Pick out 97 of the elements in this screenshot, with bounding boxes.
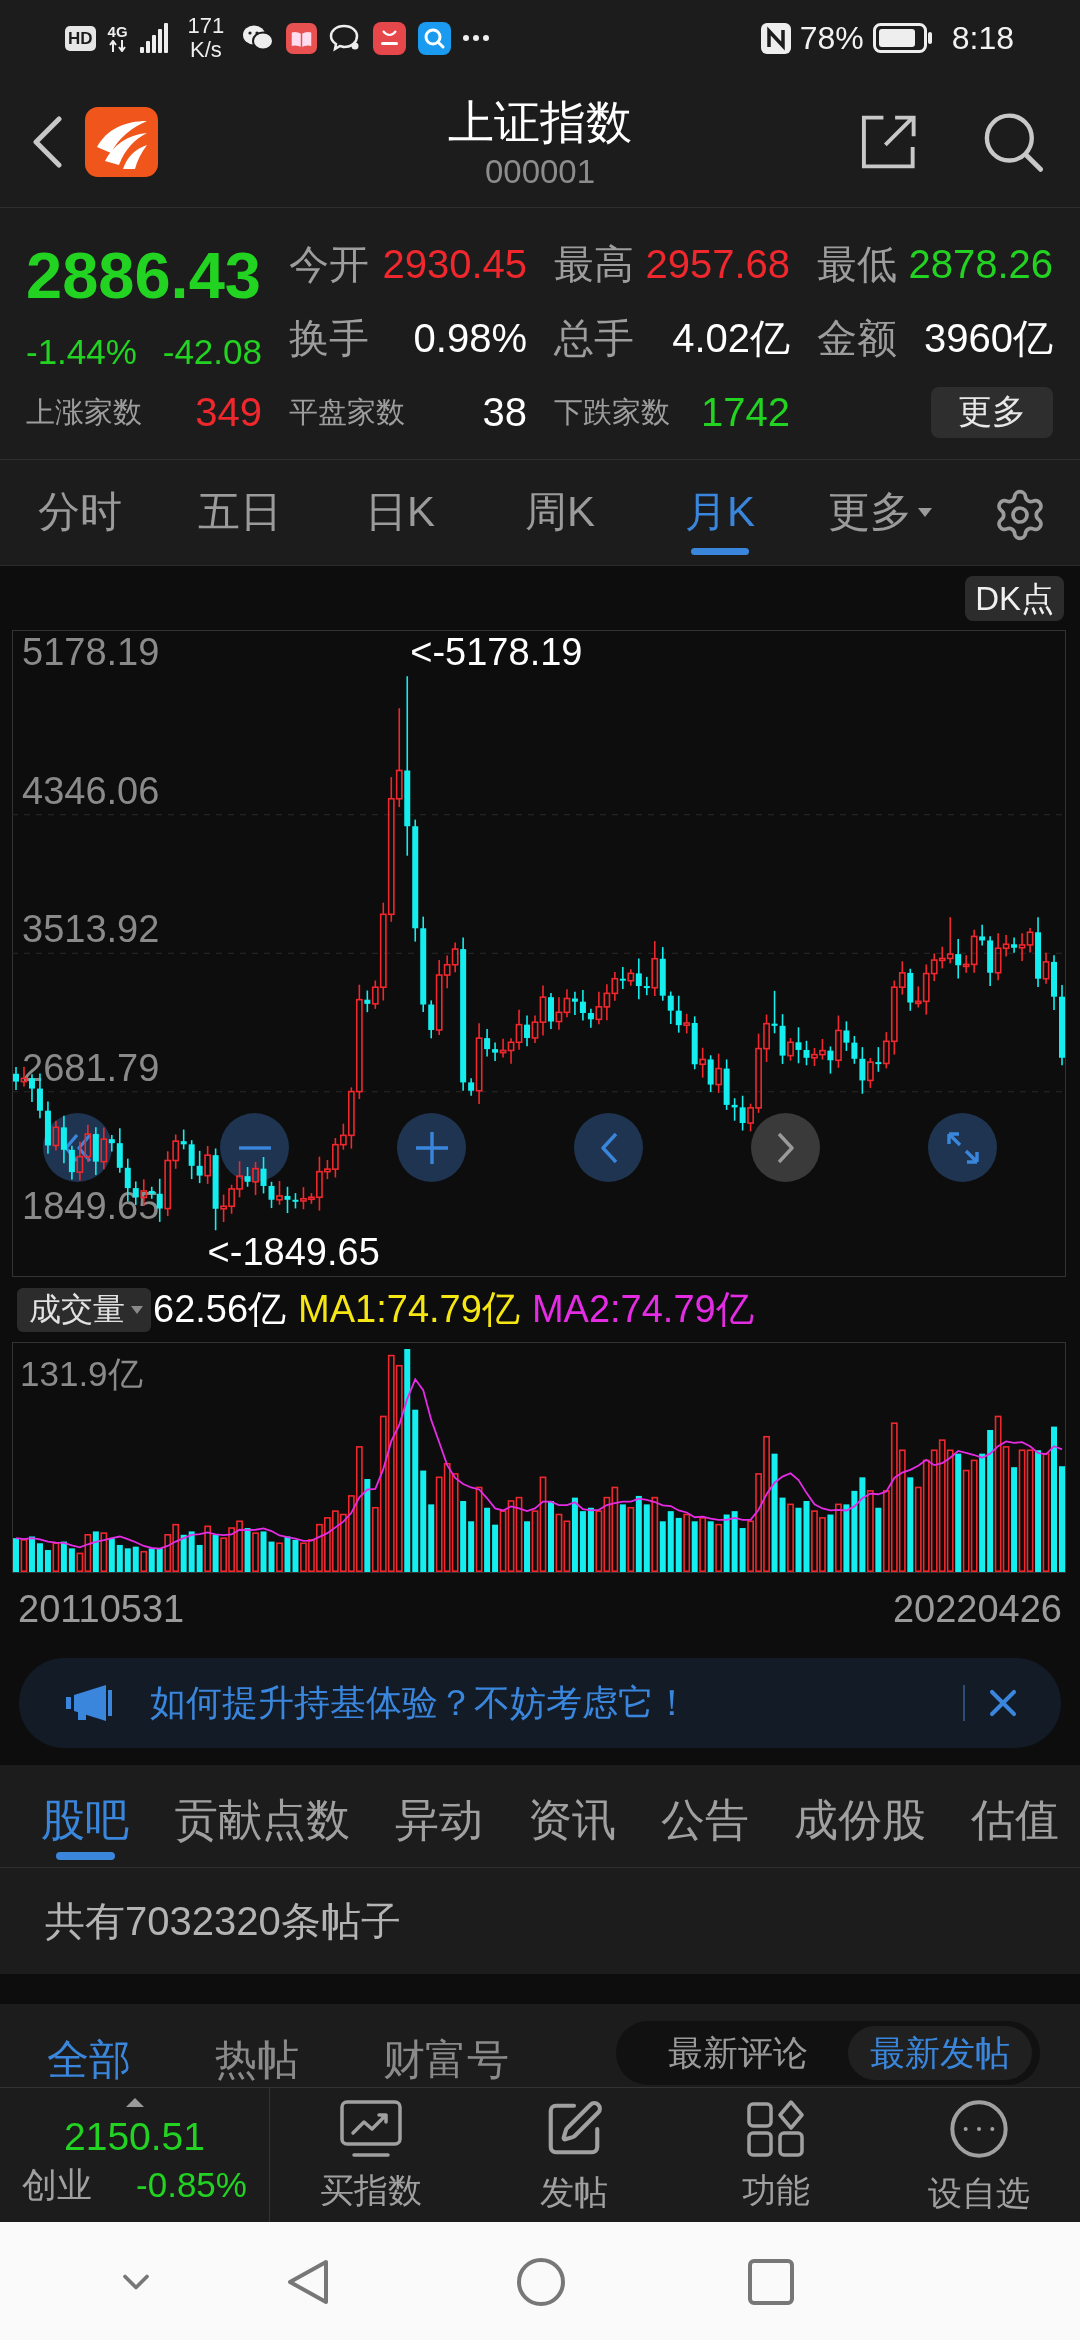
info-tab[interactable]: 股吧 [41, 1794, 129, 1862]
more-button[interactable]: 更多 [931, 386, 1053, 438]
date-label: 20220426 [892, 1586, 1062, 1632]
sort-option[interactable]: 最新评论 [646, 2026, 830, 2080]
stat-value: 4.02亿 [672, 315, 790, 362]
axis-label: 131.9亿 [20, 1354, 143, 1393]
change-amount: -42.08 [162, 331, 262, 372]
toolbar-button[interactable]: 发帖 [472, 2088, 675, 2222]
megaphone-icon [66, 1684, 112, 1722]
battery-icon [872, 23, 933, 53]
info-tab[interactable]: 异动 [395, 1794, 483, 1862]
stat-label: 换手 [289, 315, 369, 362]
dk-button[interactable]: DK点 [965, 575, 1064, 621]
stat-label: 总手 [554, 315, 634, 362]
ma2-value: MA2:74.79亿 [531, 1286, 754, 1332]
index-code: 000001 [484, 152, 596, 192]
recents-icon[interactable] [748, 2258, 794, 2305]
filter-tab[interactable]: 全部 [47, 2035, 131, 2085]
info-tab[interactable]: 估值 [971, 1794, 1059, 1862]
more-icon [463, 35, 490, 41]
period-tab[interactable]: 周K [523, 487, 597, 559]
stat-label: 上涨家数 [26, 394, 142, 430]
period-tab[interactable]: 分时 [36, 487, 124, 559]
period-tab[interactable]: 更多 [826, 487, 934, 559]
stat-label: 今开 [289, 241, 369, 288]
index-price: 2886.43 [26, 240, 262, 312]
info-tab[interactable]: 贡献点数 [174, 1794, 350, 1862]
sort-option[interactable]: 最新发帖 [848, 2026, 1032, 2080]
filter-tab[interactable]: 财富号 [383, 2035, 509, 2085]
stat-label: 金额 [817, 315, 897, 362]
stat-value: 0.98% [413, 315, 527, 362]
ma1-value: MA1:74.79亿 [298, 1286, 520, 1332]
caret-down-icon [131, 1305, 143, 1314]
store-app-icon [373, 21, 407, 55]
expand-icon [946, 1131, 979, 1164]
period-tab[interactable]: 五日 [196, 487, 284, 559]
high-marker: <-5178.19 [410, 631, 583, 674]
caret-down-icon [918, 507, 932, 517]
stat-value: 2957.68 [645, 241, 790, 288]
low-marker: <-1849.65 [207, 1231, 380, 1274]
axis-label: 2681.79 [22, 1046, 160, 1089]
axis-label: 5178.19 [22, 631, 160, 674]
network-type: 4G [107, 24, 128, 39]
stat-value: 2930.45 [382, 241, 527, 288]
stat-label: 最高 [554, 241, 634, 288]
search-icon[interactable] [982, 111, 1043, 172]
clock: 8:18 [951, 22, 1014, 54]
info-tab[interactable]: 公告 [661, 1794, 749, 1862]
battery-percent: 78% [799, 22, 864, 54]
plus-icon [415, 1131, 448, 1164]
app-logo-icon [85, 106, 158, 177]
chart-monitor-icon [340, 2100, 403, 2158]
minus-icon [238, 1145, 271, 1150]
axis-label: 3513.92 [22, 908, 160, 951]
date-label: 20110531 [18, 1586, 185, 1632]
network-speed: 171 [187, 13, 225, 38]
home-icon[interactable] [516, 2256, 566, 2307]
book-app-icon [286, 22, 318, 54]
chevron-right-icon [776, 1131, 795, 1164]
period-tab[interactable]: 月K [683, 487, 757, 559]
post-count: 共有7032320条帖子 [45, 1897, 401, 1945]
caret-up-icon [125, 2098, 144, 2107]
chat-bubbles-icon [242, 24, 275, 52]
hd-badge: HD [65, 25, 96, 51]
ticker-value[interactable]: 2150.51 [64, 2115, 205, 2160]
ticker-change: -0.85% [136, 2163, 247, 2206]
stat-value: 3960亿 [924, 315, 1053, 362]
stat-value: 349 [195, 389, 262, 436]
stat-label: 平盘家数 [289, 394, 405, 430]
data-arrows-icon [108, 40, 127, 52]
stat-value: 1742 [701, 389, 790, 436]
notice-text[interactable]: 如何提升持基体验？不妨考虑它！ [150, 1678, 963, 1728]
toolbar-button[interactable]: 设自选 [877, 2088, 1080, 2222]
axis-label: 1849.65 [22, 1185, 160, 1228]
stat-label: 下跌家数 [554, 394, 670, 430]
back-icon[interactable] [31, 115, 63, 168]
search-app-icon [418, 21, 452, 55]
toolbar-button[interactable]: 功能 [675, 2088, 878, 2222]
speed-unit: K/s [190, 38, 222, 63]
info-tab[interactable]: 成份股 [794, 1794, 926, 1862]
axis-label: 4346.06 [22, 769, 160, 812]
info-tab[interactable]: 资讯 [528, 1794, 616, 1862]
volume-value: 62.56亿 [153, 1286, 287, 1332]
toolbar-button[interactable]: 买指数 [270, 2088, 473, 2222]
chevron-left-icon [599, 1131, 618, 1164]
signal-icon [139, 23, 170, 53]
ticker-name: 创业 [22, 2163, 93, 2206]
stat-label: 最低 [817, 241, 897, 288]
page-title: 上证指数 [448, 95, 632, 151]
stat-value: 38 [482, 389, 527, 436]
indicator-dropdown[interactable]: 成交量 [17, 1287, 151, 1332]
nfc-icon [760, 22, 791, 54]
change-percent: -1.44% [26, 331, 137, 372]
filter-tab[interactable]: 热帖 [215, 2035, 299, 2085]
grid-icon [747, 2100, 806, 2158]
period-tab[interactable]: 日K [363, 487, 437, 559]
stat-value: 2878.26 [908, 241, 1053, 288]
